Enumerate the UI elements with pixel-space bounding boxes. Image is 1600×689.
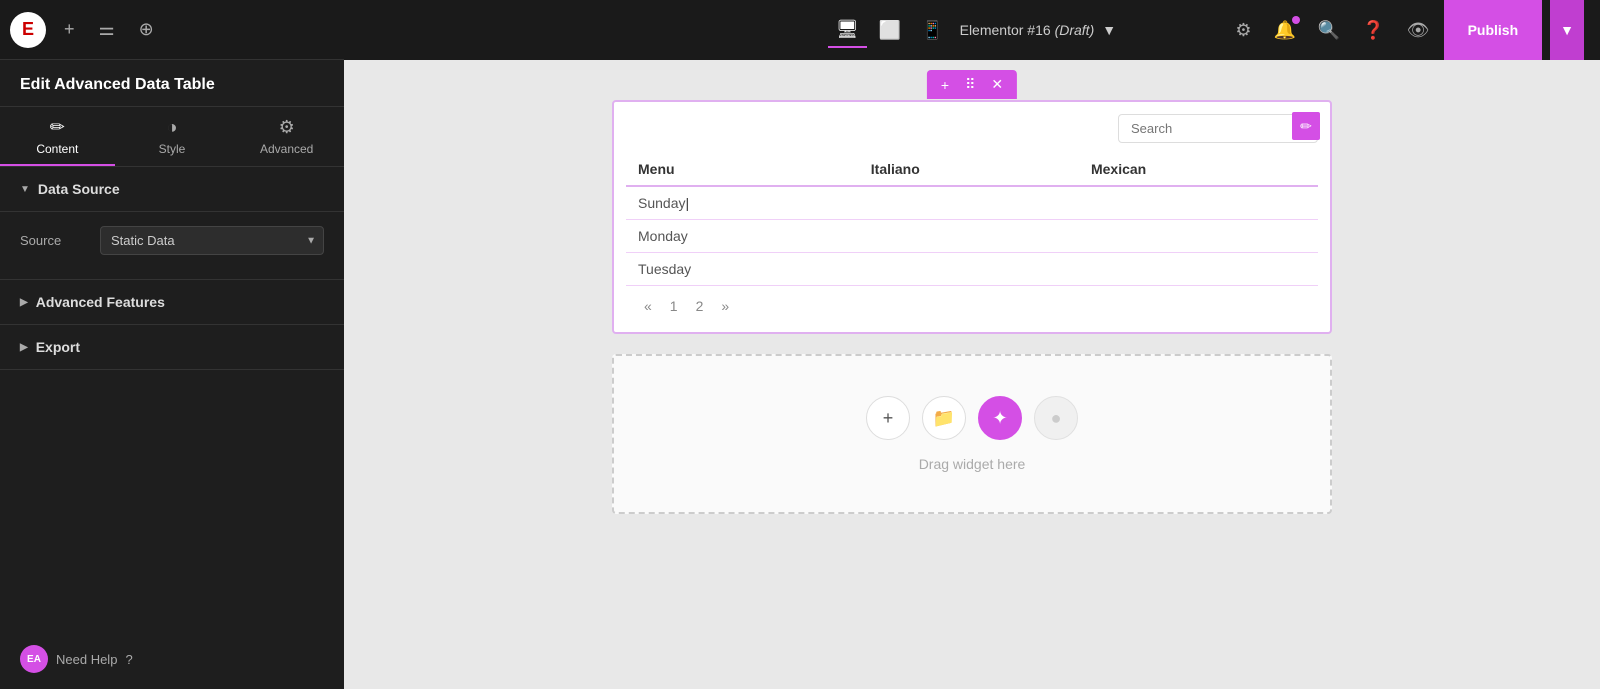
tab-advanced[interactable]: ⚙ Advanced [229,107,344,166]
search-icon-button[interactable]: 🔍 [1312,14,1346,47]
notification-badge [1292,16,1300,24]
section-advanced-features-header[interactable]: ▶ Advanced Features [0,280,344,325]
advanced-features-arrow: ▶ [20,297,28,308]
drop-zone-label: Drag widget here [919,456,1026,472]
section-data-source-content: Source Static Data Dynamic Data CSV [0,212,344,280]
cell-monday-menu: Monday [626,220,859,253]
cell-sunday-mexican [1079,186,1318,220]
panel-body: ▼ Data Source Source Static Data Dynamic… [0,167,344,629]
elementor-logo[interactable]: E [10,12,46,48]
widget-toolbar: + ⠿ ✕ [927,70,1017,99]
style-tab-label: Style [159,142,186,156]
search-row: ✏ [626,114,1318,143]
elementor-title: Elementor #16 [960,22,1051,38]
eye-icon-button[interactable]: 👁 [1401,14,1436,47]
table-search-input[interactable] [1118,114,1318,143]
advanced-features-label: Advanced Features [36,294,165,310]
tabs-row: ✏ Content ◑ Style ⚙ Advanced [0,107,344,167]
pagination-prev[interactable]: « [638,296,658,316]
cell-monday-mexican [1079,220,1318,253]
widget-container: + ⠿ ✕ ✏ Menu Italiano Mexica [612,100,1332,334]
advanced-tab-label: Advanced [260,142,313,156]
need-help-row[interactable]: EA Need Help ? [0,629,344,689]
left-panel: E + ⚌ ⊕ Edit Advanced Data Table ✏ Conte… [0,0,344,689]
add-widget-button[interactable]: + [866,396,910,440]
desktop-view-button[interactable]: 🖥 [828,13,867,48]
advanced-tab-icon: ⚙ [279,117,295,138]
export-arrow: ▶ [20,342,28,353]
tablet-view-button[interactable]: ⬜ [871,14,909,47]
table-row: Monday [626,220,1318,253]
tab-style[interactable]: ◑ Style [115,107,230,166]
source-select[interactable]: Static Data Dynamic Data CSV [100,226,324,255]
inactive-button: ● [1034,396,1078,440]
settings-icon-button[interactable]: ⚙ [1229,14,1257,47]
content-tab-label: Content [36,142,78,156]
content-tab-icon: ✏ [50,117,65,138]
pagination-page-1[interactable]: 1 [664,296,684,316]
view-mode-buttons: 🖥 ⬜ 📱 [828,13,952,48]
magic-button[interactable]: ✦ [978,396,1022,440]
need-help-question-icon: ? [125,652,132,667]
publish-dropdown-button[interactable]: ▼ [1550,0,1584,60]
table-row: Tuesday [626,253,1318,286]
layers-icon[interactable]: ⊕ [133,13,160,46]
col-mexican: Mexican [1079,153,1318,186]
data-table-widget: ✏ Menu Italiano Mexican Sunday [614,102,1330,332]
col-italiano: Italiano [859,153,1079,186]
col-menu: Menu [626,153,859,186]
cell-tuesday-menu: Tuesday [626,253,859,286]
cell-tuesday-italiano [859,253,1079,286]
table-row: Sunday [626,186,1318,220]
draft-dropdown-button[interactable]: ▼ [1102,22,1116,38]
style-tab-icon: ◑ [167,117,178,138]
pagination-page-2[interactable]: 2 [690,296,710,316]
canvas: + ⠿ ✕ ✏ Menu Italiano Mexica [344,60,1600,689]
widget-add-button[interactable]: + [937,75,953,95]
left-top-bar: E + ⚌ ⊕ [0,0,344,60]
widget-move-button[interactable]: ⠿ [961,74,979,95]
need-help-badge: EA [20,645,48,673]
section-data-source-header[interactable]: ▼ Data Source [0,167,344,212]
widget-close-button[interactable]: ✕ [987,74,1007,95]
data-source-arrow: ▼ [20,184,30,195]
source-field-row: Source Static Data Dynamic Data CSV [20,226,324,255]
help-icon-button[interactable]: ❓ [1356,14,1390,47]
cell-monday-italiano [859,220,1079,253]
bell-icon-button[interactable]: 🔔 [1267,14,1301,47]
cell-sunday-italiano [859,186,1079,220]
draft-label: (Draft) [1055,22,1095,38]
panel-title: Edit Advanced Data Table [0,60,344,107]
header-center: 🖥 ⬜ 📱 Elementor #16 (Draft) ▼ [828,13,1116,48]
pagination-next[interactable]: » [715,296,735,316]
add-icon[interactable]: + [58,13,81,46]
section-export-header[interactable]: ▶ Export [0,325,344,370]
data-table: Menu Italiano Mexican Sunday Monday [626,153,1318,286]
main-area: 🖥 ⬜ 📱 Elementor #16 (Draft) ▼ ⚙ 🔔 🔍 ❓ 👁 [344,0,1600,689]
source-label: Source [20,233,100,248]
drop-zone-buttons: + 📁 ✦ ● [866,396,1078,440]
header-icons: ⚙ 🔔 🔍 ❓ 👁 [1229,14,1435,47]
filter-icon[interactable]: ⚌ [93,13,121,46]
drop-zone: + 📁 ✦ ● Drag widget here [612,354,1332,514]
export-label: Export [36,339,80,355]
need-help-label: Need Help [56,652,117,667]
table-header-row: Menu Italiano Mexican [626,153,1318,186]
table-pagination: « 1 2 » [626,286,1318,320]
table-edit-button[interactable]: ✏ [1292,112,1320,140]
tab-content[interactable]: ✏ Content [0,107,115,166]
page-title: Elementor #16 (Draft) [960,22,1095,38]
header-bar: 🖥 ⬜ 📱 Elementor #16 (Draft) ▼ ⚙ 🔔 🔍 ❓ 👁 [344,0,1600,60]
cell-sunday-menu: Sunday [626,186,859,220]
cell-tuesday-mexican [1079,253,1318,286]
mobile-view-button[interactable]: 📱 [913,14,951,47]
data-source-label: Data Source [38,181,120,197]
template-button[interactable]: 📁 [922,396,966,440]
source-select-wrapper: Static Data Dynamic Data CSV [100,226,324,255]
publish-button[interactable]: Publish [1444,0,1543,60]
